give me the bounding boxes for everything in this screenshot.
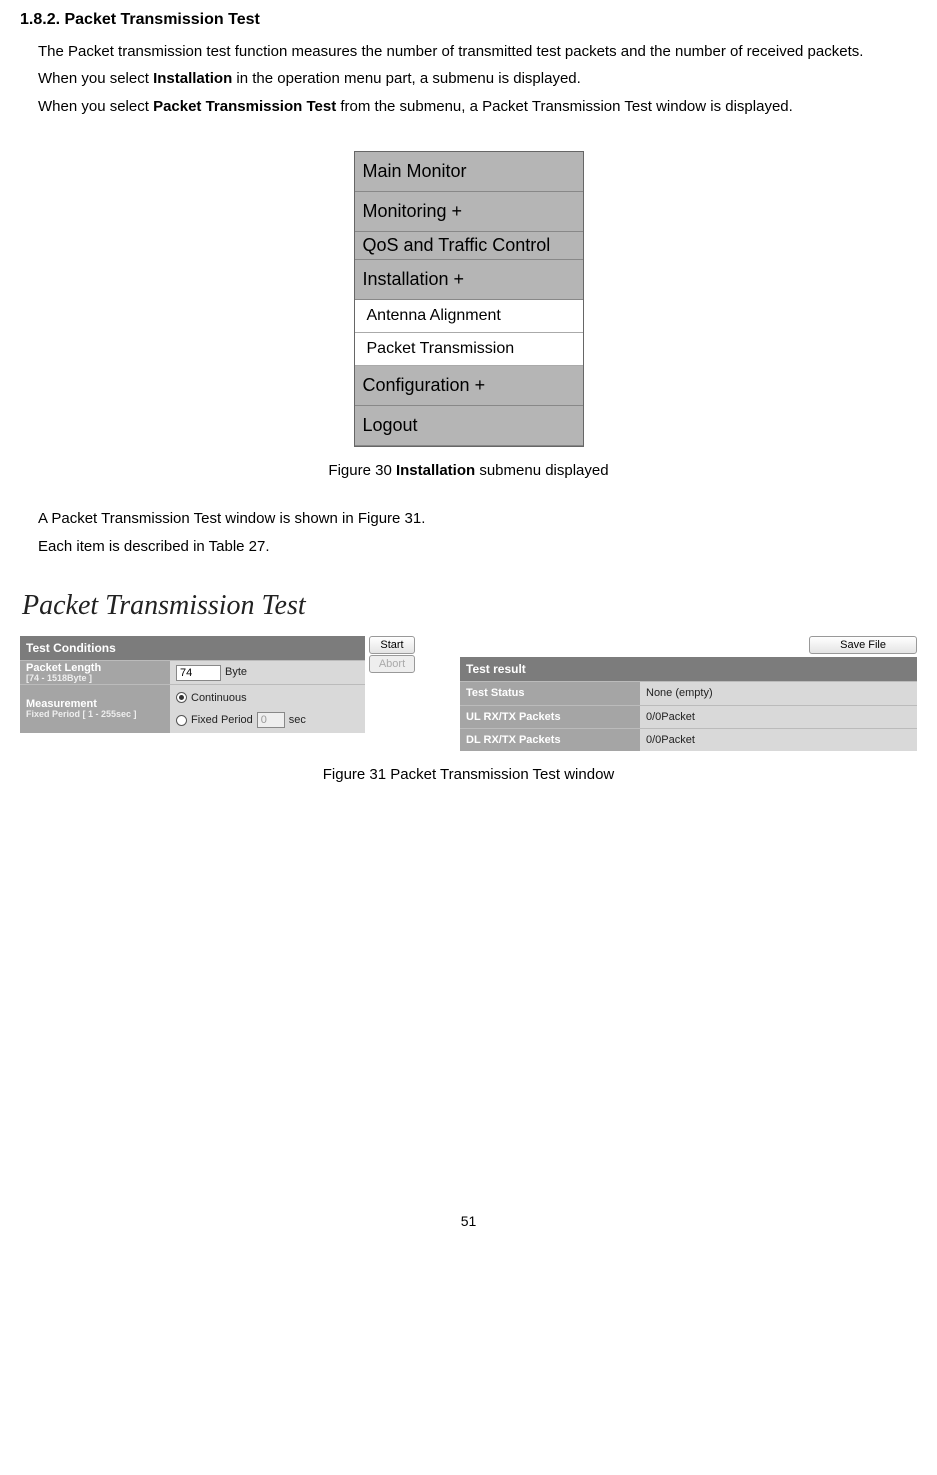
text: Figure 30 — [328, 462, 396, 479]
text: The Packet transmission test function me… — [38, 43, 863, 60]
dl-packets-label: DL RX/TX Packets — [460, 729, 640, 751]
menu-item-configuration[interactable]: Configuration + — [355, 366, 583, 406]
text: When you select — [38, 70, 153, 87]
ul-packets-label: UL RX/TX Packets — [460, 706, 640, 728]
save-file-button[interactable]: Save File — [809, 636, 917, 654]
test-status-label: Test Status — [460, 682, 640, 704]
section-heading: 1.8.2. Packet Transmission Test — [20, 5, 917, 35]
packet-length-label: Packet Length [74 - 1518Byte ] — [20, 662, 170, 684]
menu-item-logout[interactable]: Logout — [355, 406, 583, 446]
bold-text: Installation — [396, 462, 475, 479]
packet-length-input[interactable] — [176, 665, 221, 681]
test-status-value: None (empty) — [640, 682, 917, 704]
text: Packet Length — [26, 662, 101, 674]
byte-unit: Byte — [225, 662, 247, 682]
paragraph-3: When you select Packet Transmission Test… — [20, 93, 917, 121]
menu-item-monitoring[interactable]: Monitoring + — [355, 192, 583, 232]
figure-31-caption: Figure 31 Packet Transmission Test windo… — [20, 761, 917, 789]
measurement-label: Measurement Fixed Period [ 1 - 255sec ] — [20, 698, 170, 720]
ptt-window-title: Packet Transmission Test — [22, 580, 917, 632]
dl-packets-value: 0/0Packet — [640, 729, 917, 751]
measurement-sublabel: Fixed Period [ 1 - 255sec ] — [26, 710, 164, 720]
submenu-item-antenna[interactable]: Antenna Alignment — [355, 300, 583, 333]
ul-packets-value: 0/0Packet — [640, 706, 917, 728]
installation-submenu-figure: Main Monitor Monitoring + QoS and Traffi… — [354, 151, 584, 447]
test-conditions-header: Test Conditions — [20, 636, 365, 660]
menu-item-qos[interactable]: QoS and Traffic Control — [355, 232, 583, 260]
text: from the submenu, a Packet Transmission … — [336, 98, 793, 115]
figure-30-caption: Figure 30 Installation submenu displayed — [20, 457, 917, 485]
radio-fixed-period[interactable] — [176, 715, 187, 726]
bold-text: Installation — [153, 70, 232, 87]
paragraph-5: Each item is described in Table 27. — [20, 533, 917, 561]
radio-continuous-label: Continuous — [191, 688, 247, 708]
paragraph-4: A Packet Transmission Test window is sho… — [20, 505, 917, 533]
text: in the operation menu part, a submenu is… — [232, 70, 581, 87]
radio-fixed-period-label: Fixed Period — [191, 710, 253, 730]
page-number: 51 — [20, 1209, 917, 1235]
text: submenu displayed — [475, 462, 608, 479]
fixed-period-input[interactable] — [257, 712, 285, 728]
submenu-item-packet-transmission[interactable]: Packet Transmission — [355, 333, 583, 366]
packet-transmission-window: Packet Transmission Test Test Conditions… — [20, 580, 917, 751]
bold-text: Packet Transmission Test — [153, 98, 336, 115]
radio-continuous[interactable] — [176, 692, 187, 703]
menu-item-installation[interactable]: Installation + — [355, 260, 583, 300]
menu-item-main-monitor[interactable]: Main Monitor — [355, 152, 583, 192]
paragraph-1: The Packet transmission test function me… — [20, 38, 917, 66]
sec-unit: sec — [289, 710, 306, 730]
paragraph-2: When you select Installation in the oper… — [20, 65, 917, 93]
start-button[interactable]: Start — [369, 636, 415, 654]
packet-length-range: [74 - 1518Byte ] — [26, 674, 164, 684]
abort-button[interactable]: Abort — [369, 655, 415, 673]
text: When you select — [38, 98, 153, 115]
test-result-header: Test result — [460, 657, 917, 681]
